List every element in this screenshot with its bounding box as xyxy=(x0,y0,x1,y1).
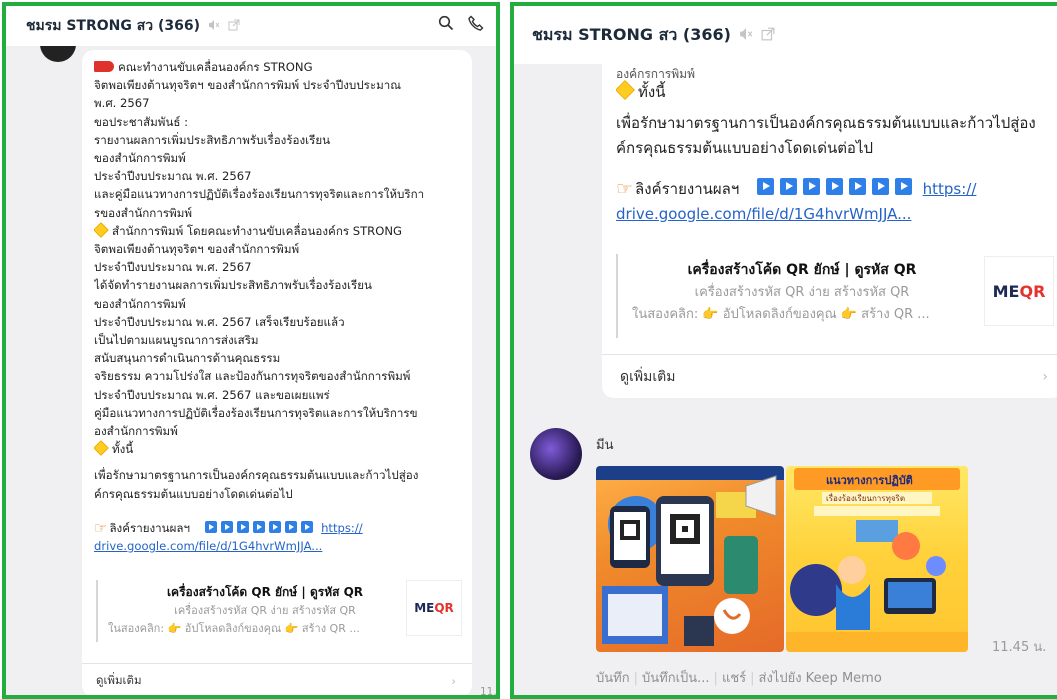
play-button-icon xyxy=(253,520,266,533)
message-text: องค์กรการพิมพ์ ทั้งนี้ เพื่อรักษามาตรฐาน… xyxy=(616,68,1036,223)
diamond-icon xyxy=(616,80,635,100)
see-more-button[interactable]: ดูเพิ่มเติม › xyxy=(602,354,1057,398)
play-button-icon xyxy=(848,178,866,195)
image-caption: แนวทางการปฏิบัติ xyxy=(826,474,913,487)
play-button-icon xyxy=(301,520,314,533)
image-attachment[interactable]: แนวทางการปฏิบัติ เรื่องร้องเรียนการทุจริ… xyxy=(786,466,968,652)
search-icon[interactable] xyxy=(438,15,454,35)
mute-icon[interactable] xyxy=(208,19,220,34)
share-action[interactable]: แชร์ xyxy=(722,671,746,686)
mute-icon[interactable] xyxy=(739,27,753,44)
play-button-icon xyxy=(802,178,820,195)
play-button-icon xyxy=(825,178,843,195)
play-button-icon xyxy=(237,520,250,533)
meqr-logo: ME QR xyxy=(406,580,462,636)
diamond-icon xyxy=(94,222,109,238)
chevron-right-icon: › xyxy=(451,673,456,688)
see-more-button[interactable]: ดูเพิ่มเติม › xyxy=(82,663,472,695)
play-button-icon xyxy=(205,520,218,533)
avatar[interactable] xyxy=(530,428,582,480)
chat-area: คณะทำงานขับเคลื่อนองค์กร STRONG จิตพอเพี… xyxy=(6,46,496,695)
message-bubble[interactable]: คณะทำงานขับเคลื่อนองค์กร STRONG จิตพอเพี… xyxy=(82,50,472,695)
megaphone-icon xyxy=(94,61,114,72)
play-button-icon xyxy=(756,178,774,195)
link-preview[interactable]: เครื่องสร้างโค้ด QR ยักษ์ | ดูรหัส QR เค… xyxy=(96,580,462,642)
external-link-icon[interactable] xyxy=(228,19,240,34)
play-button-icon xyxy=(894,178,912,195)
keep-memo-action[interactable]: ส่งไปยัง Keep Memo xyxy=(759,671,882,686)
link-preview[interactable]: เครื่องสร้างโค้ด QR ยักษ์ | ดูรหัส QR เค… xyxy=(616,254,1057,338)
play-button-icon xyxy=(221,520,234,533)
external-link-icon[interactable] xyxy=(761,27,775,44)
report-link-continued[interactable]: drive.google.com/file/d/1G4hvrWmJJA... xyxy=(616,205,911,223)
message-text: คณะทำงานขับเคลื่อนองค์กร STRONG จิตพอเพี… xyxy=(94,60,425,554)
avatar[interactable] xyxy=(40,46,76,62)
preview-title: เครื่องสร้างโค้ด QR ยักษ์ | ดูรหัส QR xyxy=(166,585,364,599)
play-button-icon xyxy=(285,520,298,533)
report-link[interactable]: https:// xyxy=(321,521,363,535)
play-button-icon xyxy=(269,520,282,533)
meqr-logo: ME QR xyxy=(984,256,1054,326)
message-time: 11.45 น. xyxy=(480,686,496,695)
message-bubble[interactable]: องค์กรการพิมพ์ ทั้งนี้ เพื่อรักษามาตรฐาน… xyxy=(602,64,1057,398)
play-button-icon xyxy=(779,178,797,195)
pointing-hand-icon: ☞ xyxy=(616,178,634,200)
chat-header: ชมรม STRONG สว (366) xyxy=(514,6,1057,64)
diamond-icon xyxy=(94,440,109,456)
play-button-icon xyxy=(871,178,889,195)
pointing-hand-icon: ☞ xyxy=(94,518,108,537)
image-subcaption: เรื่องร้องเรียนการทุจริต xyxy=(826,494,906,503)
report-link-continued[interactable]: drive.google.com/file/d/1G4hvrWmJJA... xyxy=(94,539,322,553)
save-action[interactable]: บันทึก xyxy=(596,671,630,686)
chat-panel-right: ชมรม STRONG สว (366) องค์กรการพิมพ์ ทั้ง… xyxy=(510,2,1057,699)
preview-meta: ในสองคลิก: 👉 อัปโหลดลิงก์ของคุณ 👉 สร้าง … xyxy=(108,622,360,635)
message-time: 11.45 น. xyxy=(992,640,1047,655)
phone-icon[interactable] xyxy=(468,15,484,35)
chat-panel-left: ชมรม STRONG สว (366) คณะทำงานขับเคลื่อนอ… xyxy=(2,2,500,699)
image-attachment[interactable] xyxy=(596,466,784,652)
image-actions: บันทึก | บันทึกเป็น... | แชร์ | ส่งไปยัง Keep … xyxy=(596,671,882,686)
chevron-right-icon: › xyxy=(1042,368,1048,385)
chat-title: ชมรม STRONG สว (366) xyxy=(532,24,731,44)
report-link[interactable]: https:// xyxy=(923,180,977,198)
save-as-action[interactable]: บันทึกเป็น... xyxy=(642,671,710,686)
preview-description: เครื่องสร้างรหัส QR ง่าย สร้างรหัส QR xyxy=(174,604,356,617)
chat-title: ชมรม STRONG สว (366) xyxy=(26,18,201,34)
chat-area: องค์กรการพิมพ์ ทั้งนี้ เพื่อรักษามาตรฐาน… xyxy=(514,64,1057,695)
chat-header: ชมรม STRONG สว (366) xyxy=(6,6,496,46)
sender-name: มีน xyxy=(596,438,614,453)
